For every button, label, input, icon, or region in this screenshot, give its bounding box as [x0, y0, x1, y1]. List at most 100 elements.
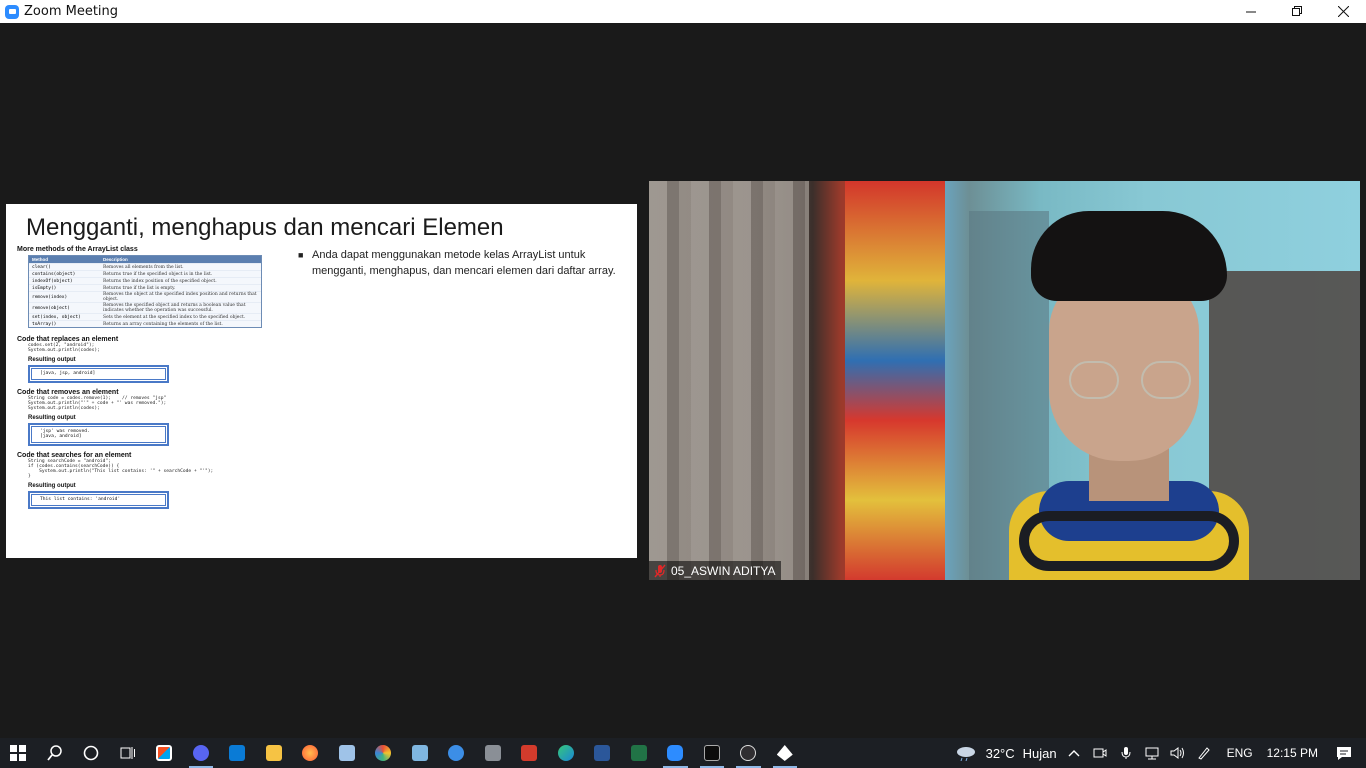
table-cell-method: contains(object) — [32, 271, 76, 277]
shared-screen-slide: Mengganti, menghapus dan mencari Elemen … — [6, 204, 637, 558]
taskbar-app-obs[interactable] — [730, 738, 767, 768]
methods-table: Method Description clear() Removes all el… — [28, 255, 262, 328]
minimize-icon — [1245, 11, 1256, 13]
participant-video[interactable]: 05_ASWIN ADITYA — [649, 181, 1360, 580]
output-label: Resulting output — [28, 357, 76, 364]
discord-icon — [192, 745, 209, 761]
notepad-icon — [411, 745, 428, 761]
bullet-icon: ■ — [298, 250, 304, 260]
slide-left-column: More methods of the ArrayList class Meth… — [17, 244, 287, 509]
windows-taskbar: 32°C Hujan ENG 12:15 PM — [0, 738, 1366, 768]
windows-logo-icon — [10, 745, 27, 761]
muted-mic-icon — [654, 564, 666, 577]
inkscape-icon — [776, 745, 793, 761]
slide-bullet: ■ Anda dapat menggunakan metode kelas Ar… — [298, 247, 618, 279]
davinci-icon — [375, 745, 392, 761]
section-heading: More methods of the ArrayList class — [17, 246, 138, 253]
table-header-description: Description — [103, 257, 128, 262]
window-titlebar: Zoom Meeting — [0, 0, 1366, 23]
taskbar-app-calculator[interactable] — [475, 738, 512, 768]
taskbar-app-file-explorer[interactable] — [256, 738, 293, 768]
person-hair — [1031, 211, 1227, 301]
cortana-circle-icon — [83, 745, 99, 761]
cmd-icon — [703, 745, 720, 761]
taskbar-app-word[interactable] — [584, 738, 621, 768]
table-row: indexOf(object) Returns the index positio… — [29, 277, 261, 284]
text-editor-icon — [521, 745, 538, 761]
cortana-button[interactable] — [73, 738, 110, 768]
bullet-text: Anda dapat menggunakan metode kelas Arra… — [312, 249, 616, 277]
volume-icon — [1170, 747, 1184, 759]
search-button[interactable] — [37, 738, 74, 768]
chevron-up-icon — [1068, 750, 1080, 757]
show-hidden-icons[interactable] — [1066, 745, 1082, 761]
table-cell-method: isEmpty() — [32, 285, 57, 291]
table-row: toArray() Returns an array containing the… — [29, 320, 261, 327]
background-curtain — [649, 181, 809, 580]
restore-button[interactable] — [1274, 0, 1320, 23]
table-cell-description: Returns true if the specified object is … — [103, 271, 213, 277]
participant-name-tag: 05_ASWIN ADITYA — [649, 561, 782, 580]
table-cell-description: Sets the element at the specified index … — [103, 314, 246, 320]
person-glasses — [1069, 361, 1199, 401]
store-icon — [156, 745, 173, 761]
taskbar-app-cmd[interactable] — [694, 738, 731, 768]
minimize-button[interactable] — [1228, 0, 1274, 23]
output-box: 'jsp' was removed. [java, android] — [28, 423, 169, 446]
tray-network[interactable] — [1144, 745, 1160, 761]
output-box: This list contains: 'android' — [28, 491, 169, 509]
tray-volume[interactable] — [1170, 745, 1186, 761]
taskbar-app-discord[interactable] — [183, 738, 220, 768]
taskbar-app-teams[interactable] — [438, 738, 475, 768]
taskbar-app-edge[interactable] — [548, 738, 585, 768]
close-button[interactable] — [1320, 0, 1366, 23]
output-text: This list contains: 'android' — [31, 494, 166, 506]
slide-title: Mengganti, menghapus dan mencari Elemen — [26, 214, 504, 241]
weather-text[interactable]: Hujan — [1023, 746, 1057, 761]
taskbar-app-notepad[interactable] — [402, 738, 439, 768]
weather-widget[interactable] — [955, 745, 977, 761]
taskbar-app-text-editor[interactable] — [511, 738, 548, 768]
taskbar-app-mail[interactable] — [219, 738, 256, 768]
start-button[interactable] — [0, 738, 37, 768]
table-cell-description: Removes the specified object and returns… — [103, 303, 246, 313]
weather-temp[interactable]: 32°C — [986, 746, 1015, 761]
taskbar-app-store[interactable] — [146, 738, 183, 768]
task-view-button[interactable] — [110, 738, 147, 768]
calculator-icon — [484, 745, 501, 761]
taskbar-app-firefox[interactable] — [292, 738, 329, 768]
taskbar-app-inkscape[interactable] — [767, 738, 804, 768]
table-row: isEmpty() Returns true if the list is emp… — [29, 284, 261, 291]
zoom-app-icon — [5, 4, 19, 19]
table-cell-method: remove(index) — [32, 294, 68, 300]
edge-icon — [557, 745, 574, 761]
table-header: Method Description — [29, 256, 261, 263]
table-cell-description: Removes the object at the specified inde… — [103, 292, 257, 302]
participant-person — [1009, 211, 1249, 580]
taskbar-app-snipping[interactable] — [329, 738, 366, 768]
taskbar-app-zoom[interactable] — [657, 738, 694, 768]
remove-heading: Code that removes an element — [17, 388, 119, 396]
output-label: Resulting output — [28, 483, 76, 490]
taskbar-app-excel[interactable] — [621, 738, 658, 768]
window-controls — [1228, 0, 1366, 23]
tray-pen[interactable] — [1196, 745, 1212, 761]
table-header-method: Method — [32, 257, 48, 262]
firefox-icon — [302, 745, 319, 761]
search-code: String searchCode = "android"; if (codes… — [28, 458, 214, 480]
input-language[interactable]: ENG — [1227, 746, 1253, 760]
clock-time[interactable]: 12:15 PM — [1267, 746, 1318, 760]
obs-icon — [740, 745, 757, 761]
person-headphones — [1019, 511, 1239, 571]
replace-code: codes.set(2, "android"); System.out.prin… — [28, 343, 100, 354]
table-row: set(index, object) Sets the element at th… — [29, 313, 261, 320]
task-view-icon — [120, 747, 135, 759]
action-center-button[interactable] — [1336, 745, 1352, 761]
mail-icon — [229, 745, 246, 761]
table-cell-description: Returns the index position of the specif… — [103, 278, 217, 284]
rain-cloud-icon — [956, 747, 975, 761]
tray-microphone[interactable] — [1118, 745, 1134, 761]
tray-camera[interactable] — [1092, 745, 1108, 761]
taskbar-app-davinci[interactable] — [365, 738, 402, 768]
table-row: remove(object) Removes the specified obje… — [29, 302, 261, 313]
